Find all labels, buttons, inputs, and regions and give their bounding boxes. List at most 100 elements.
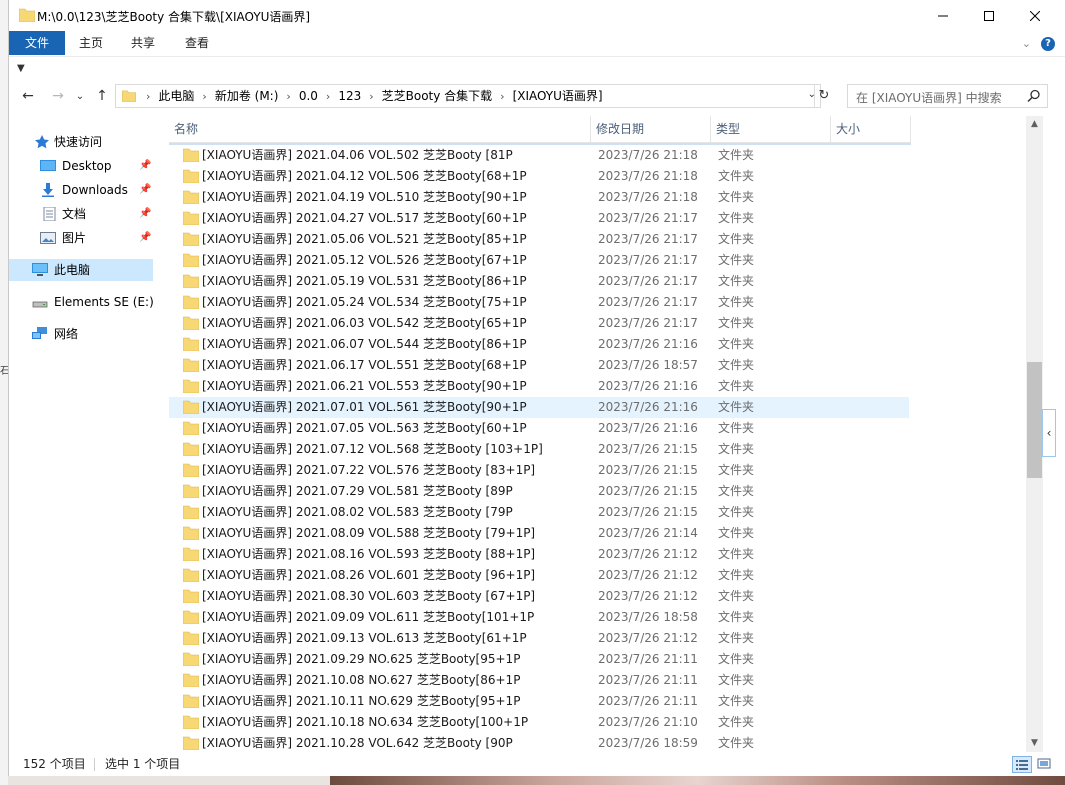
file-row[interactable]: [XIAOYU语画界] 2021.10.28 VOL.642 芝芝Booty [… xyxy=(169,733,909,752)
file-type: 文件夹 xyxy=(718,736,755,750)
file-type: 文件夹 xyxy=(718,148,755,162)
file-date: 2023/7/26 21:15 xyxy=(598,442,698,456)
file-date: 2023/7/26 21:12 xyxy=(598,547,698,561)
file-row[interactable]: [XIAOYU语画界] 2021.04.12 VOL.506 芝芝Booty[6… xyxy=(169,166,909,187)
tab-view[interactable]: 查看 xyxy=(177,31,217,55)
file-row[interactable]: [XIAOYU语画界] 2021.09.09 VOL.611 芝芝Booty[1… xyxy=(169,607,909,628)
tab-file[interactable]: 文件 xyxy=(9,31,65,55)
file-row[interactable]: [XIAOYU语画界] 2021.09.29 NO.625 芝芝Booty[95… xyxy=(169,649,909,670)
file-row[interactable]: [XIAOYU语画界] 2021.08.16 VOL.593 芝芝Booty [… xyxy=(169,544,909,565)
file-row[interactable]: [XIAOYU语画界] 2021.08.30 VOL.603 芝芝Booty [… xyxy=(169,586,909,607)
column-header-name[interactable]: 名称 xyxy=(169,116,591,142)
breadcrumb-separator-icon[interactable]: › xyxy=(194,90,214,103)
sidebar-item-elements-drive[interactable]: Elements SE (E:) xyxy=(9,291,154,313)
up-button[interactable]: ↑ xyxy=(91,85,113,107)
breadcrumb-item[interactable]: 此电脑 xyxy=(158,89,194,103)
sidebar-item-desktop[interactable]: Desktop 📌 xyxy=(9,155,153,177)
sidebar-item-this-pc[interactable]: 此电脑 xyxy=(9,259,153,281)
folder-icon xyxy=(19,8,35,22)
minimize-button[interactable] xyxy=(920,0,966,31)
breadcrumb-item[interactable]: 芝芝Booty 合集下载 xyxy=(382,89,493,103)
file-type: 文件夹 xyxy=(718,442,755,456)
file-row[interactable]: [XIAOYU语画界] 2021.07.29 VOL.581 芝芝Booty [… xyxy=(169,481,909,502)
file-row[interactable]: [XIAOYU语画界] 2021.10.18 NO.634 芝芝Booty[10… xyxy=(169,712,909,733)
scroll-up-arrow-icon[interactable]: ▲ xyxy=(1026,116,1043,133)
file-row[interactable]: [XIAOYU语画界] 2021.07.05 VOL.563 芝芝Booty[6… xyxy=(169,418,909,439)
large-icons-view-button[interactable] xyxy=(1035,756,1055,773)
sidebar-item-documents[interactable]: 文档 📌 xyxy=(9,203,153,225)
breadcrumb-item[interactable]: 0.0 xyxy=(299,89,318,103)
scroll-down-arrow-icon[interactable]: ▼ xyxy=(1026,735,1043,752)
column-header-size[interactable]: 大小 xyxy=(831,116,911,142)
file-row[interactable]: [XIAOYU语画界] 2021.08.26 VOL.601 芝芝Booty [… xyxy=(169,565,909,586)
window-title: M:\0.0\123\芝芝Booty 合集下载\[XIAOYU语画界] xyxy=(37,10,311,24)
breadcrumb-separator-icon[interactable]: › xyxy=(278,90,298,103)
file-date: 2023/7/26 21:17 xyxy=(598,274,698,288)
file-type: 文件夹 xyxy=(718,400,755,414)
file-row[interactable]: [XIAOYU语画界] 2021.10.08 NO.627 芝芝Booty[86… xyxy=(169,670,909,691)
breadcrumb-item[interactable]: 新加卷 (M:) xyxy=(215,89,279,103)
back-button[interactable]: ← xyxy=(17,85,39,107)
scrollbar-thumb[interactable] xyxy=(1027,362,1042,478)
tab-home[interactable]: 主页 xyxy=(71,31,111,55)
file-row[interactable]: [XIAOYU语画界] 2021.06.03 VOL.542 芝芝Booty[6… xyxy=(169,313,909,334)
refresh-button[interactable]: ↻ xyxy=(814,85,833,107)
file-name: [XIAOYU语画界] 2021.06.07 VOL.544 芝芝Booty[8… xyxy=(202,337,527,351)
maximize-button[interactable] xyxy=(966,0,1012,31)
file-row[interactable]: [XIAOYU语画界] 2021.06.07 VOL.544 芝芝Booty[8… xyxy=(169,334,909,355)
vertical-scrollbar[interactable]: ▲ ▼ xyxy=(1026,116,1043,752)
folder-icon xyxy=(183,190,199,204)
forward-button[interactable]: → xyxy=(47,85,69,107)
collapse-pane-chevron-icon[interactable]: ‹ xyxy=(1042,409,1056,457)
tab-share[interactable]: 共享 xyxy=(123,31,163,55)
column-header-date[interactable]: 修改日期 xyxy=(591,116,711,142)
breadcrumb-item[interactable]: 123 xyxy=(338,89,361,103)
sidebar-item-pictures[interactable]: 图片 📌 xyxy=(9,227,153,249)
file-row[interactable]: [XIAOYU语画界] 2021.08.09 VOL.588 芝芝Booty [… xyxy=(169,523,909,544)
customize-toolbar-arrow-icon[interactable]: ▼ xyxy=(17,63,25,74)
file-row[interactable]: [XIAOYU语画界] 2021.07.22 VOL.576 芝芝Booty [… xyxy=(169,460,909,481)
file-row[interactable]: [XIAOYU语画界] 2021.08.02 VOL.583 芝芝Booty [… xyxy=(169,502,909,523)
file-row[interactable]: [XIAOYU语画界] 2021.06.21 VOL.553 芝芝Booty[9… xyxy=(169,376,909,397)
drive-icon xyxy=(32,301,48,308)
desktop-icon xyxy=(40,160,56,171)
file-row[interactable]: [XIAOYU语画界] 2021.07.01 VOL.561 芝芝Booty[9… xyxy=(169,397,909,418)
arrow-up-icon: ↑ xyxy=(96,88,108,104)
file-name: [XIAOYU语画界] 2021.05.06 VOL.521 芝芝Booty[8… xyxy=(202,232,527,246)
refresh-icon: ↻ xyxy=(818,88,830,103)
file-row[interactable]: [XIAOYU语画界] 2021.05.12 VOL.526 芝芝Booty[6… xyxy=(169,250,909,271)
folder-icon xyxy=(183,547,199,561)
column-header-type[interactable]: 类型 xyxy=(711,116,831,142)
search-box[interactable]: 在 [XIAOYU语画界] 中搜索 xyxy=(847,84,1048,108)
file-row[interactable]: [XIAOYU语画界] 2021.05.19 VOL.531 芝芝Booty[8… xyxy=(169,271,909,292)
details-view-button[interactable] xyxy=(1012,756,1032,773)
file-row[interactable]: [XIAOYU语画界] 2021.10.11 NO.629 芝芝Booty[95… xyxy=(169,691,909,712)
status-divider xyxy=(94,758,95,771)
folder-icon xyxy=(183,463,199,477)
recent-locations-button[interactable]: ⌄ xyxy=(69,85,91,107)
breadcrumb-separator-icon[interactable]: › xyxy=(318,90,338,103)
file-row[interactable]: [XIAOYU语画界] 2021.04.27 VOL.517 芝芝Booty[6… xyxy=(169,208,909,229)
breadcrumb-separator-icon[interactable]: › xyxy=(138,90,158,103)
file-row[interactable]: [XIAOYU语画界] 2021.06.17 VOL.551 芝芝Booty[6… xyxy=(169,355,909,376)
file-row[interactable]: [XIAOYU语画界] 2021.05.24 VOL.534 芝芝Booty[7… xyxy=(169,292,909,313)
address-bar[interactable]: › 此电脑 › 新加卷 (M:) › 0.0 › 123 › 芝芝Booty 合集下载 › [XIAO… xyxy=(115,84,821,108)
help-button[interactable]: ? xyxy=(1041,37,1055,51)
close-button[interactable] xyxy=(1012,0,1058,31)
file-row[interactable]: [XIAOYU语画界] 2021.07.12 VOL.568 芝芝Booty [… xyxy=(169,439,909,460)
breadcrumb-separator-icon[interactable]: › xyxy=(361,90,381,103)
sidebar-item-quick-access[interactable]: 快速访问 xyxy=(9,131,153,153)
sidebar-item-network[interactable]: 网络 xyxy=(9,323,153,345)
sidebar-item-downloads[interactable]: Downloads 📌 xyxy=(9,179,153,201)
file-date: 2023/7/26 21:17 xyxy=(598,211,698,225)
breadcrumb-separator-icon[interactable]: › xyxy=(492,90,512,103)
folder-icon xyxy=(183,211,199,225)
folder-icon xyxy=(183,274,199,288)
expand-ribbon-chevron-icon[interactable]: ⌄ xyxy=(1022,37,1031,50)
breadcrumb-item[interactable]: [XIAOYU语画界] xyxy=(513,89,603,103)
pin-icon: 📌 xyxy=(139,208,152,219)
file-row[interactable]: [XIAOYU语画界] 2021.05.06 VOL.521 芝芝Booty[8… xyxy=(169,229,909,250)
file-row[interactable]: [XIAOYU语画界] 2021.04.19 VOL.510 芝芝Booty[9… xyxy=(169,187,909,208)
file-row[interactable]: [XIAOYU语画界] 2021.09.13 VOL.613 芝芝Booty[6… xyxy=(169,628,909,649)
file-row[interactable]: [XIAOYU语画界] 2021.04.06 VOL.502 芝芝Booty [… xyxy=(169,145,909,166)
